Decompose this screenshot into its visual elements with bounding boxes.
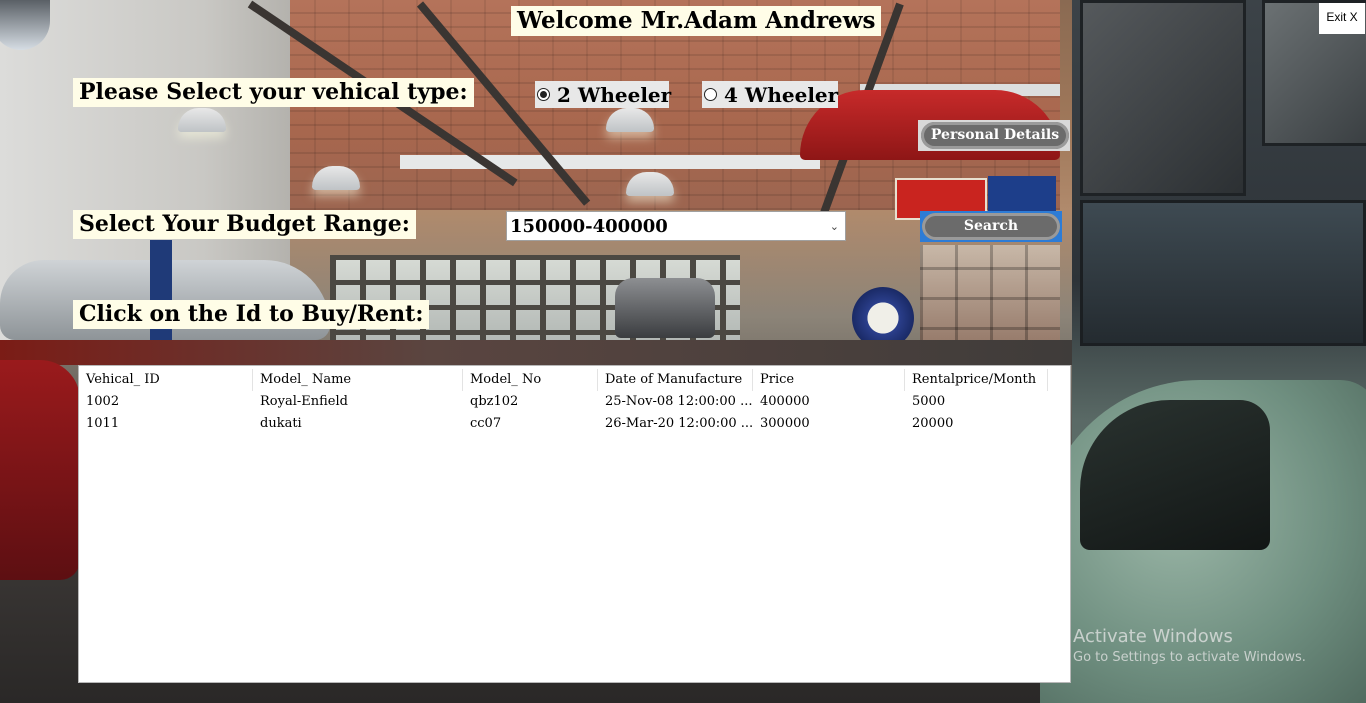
vehicle-id-cell[interactable]: 1002 [79,391,253,413]
exit-button[interactable]: Exit X [1319,3,1365,34]
red-car [0,360,80,580]
table-row[interactable]: 1002 Royal-Enfield qbz102 25-Nov-08 12:0… [79,391,1048,413]
vehicle-table[interactable]: Vehical_ ID Model_ Name Model_ No Date o… [78,365,1071,683]
budget-range-value: 150000-400000 [510,215,668,237]
green-car-window [1080,400,1270,550]
column-header-manufacture-date[interactable]: Date of Manufacture [598,369,753,391]
rental-price-cell: 20000 [912,416,954,431]
model-name-cell: dukati [260,416,302,431]
model-no-cell: qbz102 [470,394,519,409]
budget-range-label: Select Your Budget Range: [73,210,416,239]
vehicle-id-cell[interactable]: 1011 [79,413,253,435]
radio-2-wheeler[interactable]: 2 Wheeler [535,81,672,108]
chevron-down-icon[interactable]: ⌄ [830,220,839,233]
column-header-price[interactable]: Price [753,369,905,391]
model-no-cell: cc07 [470,416,502,431]
column-header-vehicle-id[interactable]: Vehical_ ID [79,369,253,391]
table-header-row: Vehical_ ID Model_ Name Model_ No Date o… [79,369,1048,391]
price-cell: 300000 [760,416,810,431]
rental-price-cell: 5000 [912,394,946,409]
model-name-cell: Royal-Enfield [260,394,348,409]
alfa-romeo-sign [988,176,1056,212]
shop-floor-band [0,340,1072,365]
radio-2-wheeler-label: 2 Wheeler [557,82,672,107]
radio-4-wheeler-label: 4 Wheeler [724,82,839,107]
radio-4-wheeler[interactable]: 4 Wheeler [702,81,838,108]
watermark-title: Activate Windows [1073,626,1233,647]
radio-checked-icon[interactable] [537,88,550,101]
radio-unchecked-icon[interactable] [704,88,717,101]
manufacture-date-cell: 26-Mar-20 12:00:00 ... [605,416,753,431]
column-header-model-no[interactable]: Model_ No [463,369,598,391]
column-header-model-name[interactable]: Model_ Name [253,369,463,391]
ceiling-rail [400,155,820,169]
price-cell: 400000 [760,394,810,409]
click-id-label: Click on the Id to Buy/Rent: [73,300,430,329]
vehicle-type-label: Please Select your vehical type: [73,78,474,107]
activate-windows-watermark: Activate Windows Go to Settings to activ… [1073,626,1306,665]
personal-details-button[interactable]: Personal Details [921,122,1069,149]
welcome-title: Welcome Mr.Adam Andrews [511,6,882,36]
center-car [615,278,715,338]
watermark-subtitle: Go to Settings to activate Windows. [1073,650,1306,665]
search-button[interactable]: Search [922,213,1060,240]
table-row[interactable]: 1011 dukati cc07 26-Mar-20 12:00:00 ... … [79,413,1048,435]
right-window [1080,200,1366,346]
budget-range-select[interactable]: 150000-400000 ⌄ [506,211,846,241]
manufacture-date-cell: 25-Nov-08 12:00:00 ... [605,394,753,409]
wall-panel [1080,0,1246,196]
column-header-rental-price[interactable]: Rentalprice/Month [905,369,1048,391]
